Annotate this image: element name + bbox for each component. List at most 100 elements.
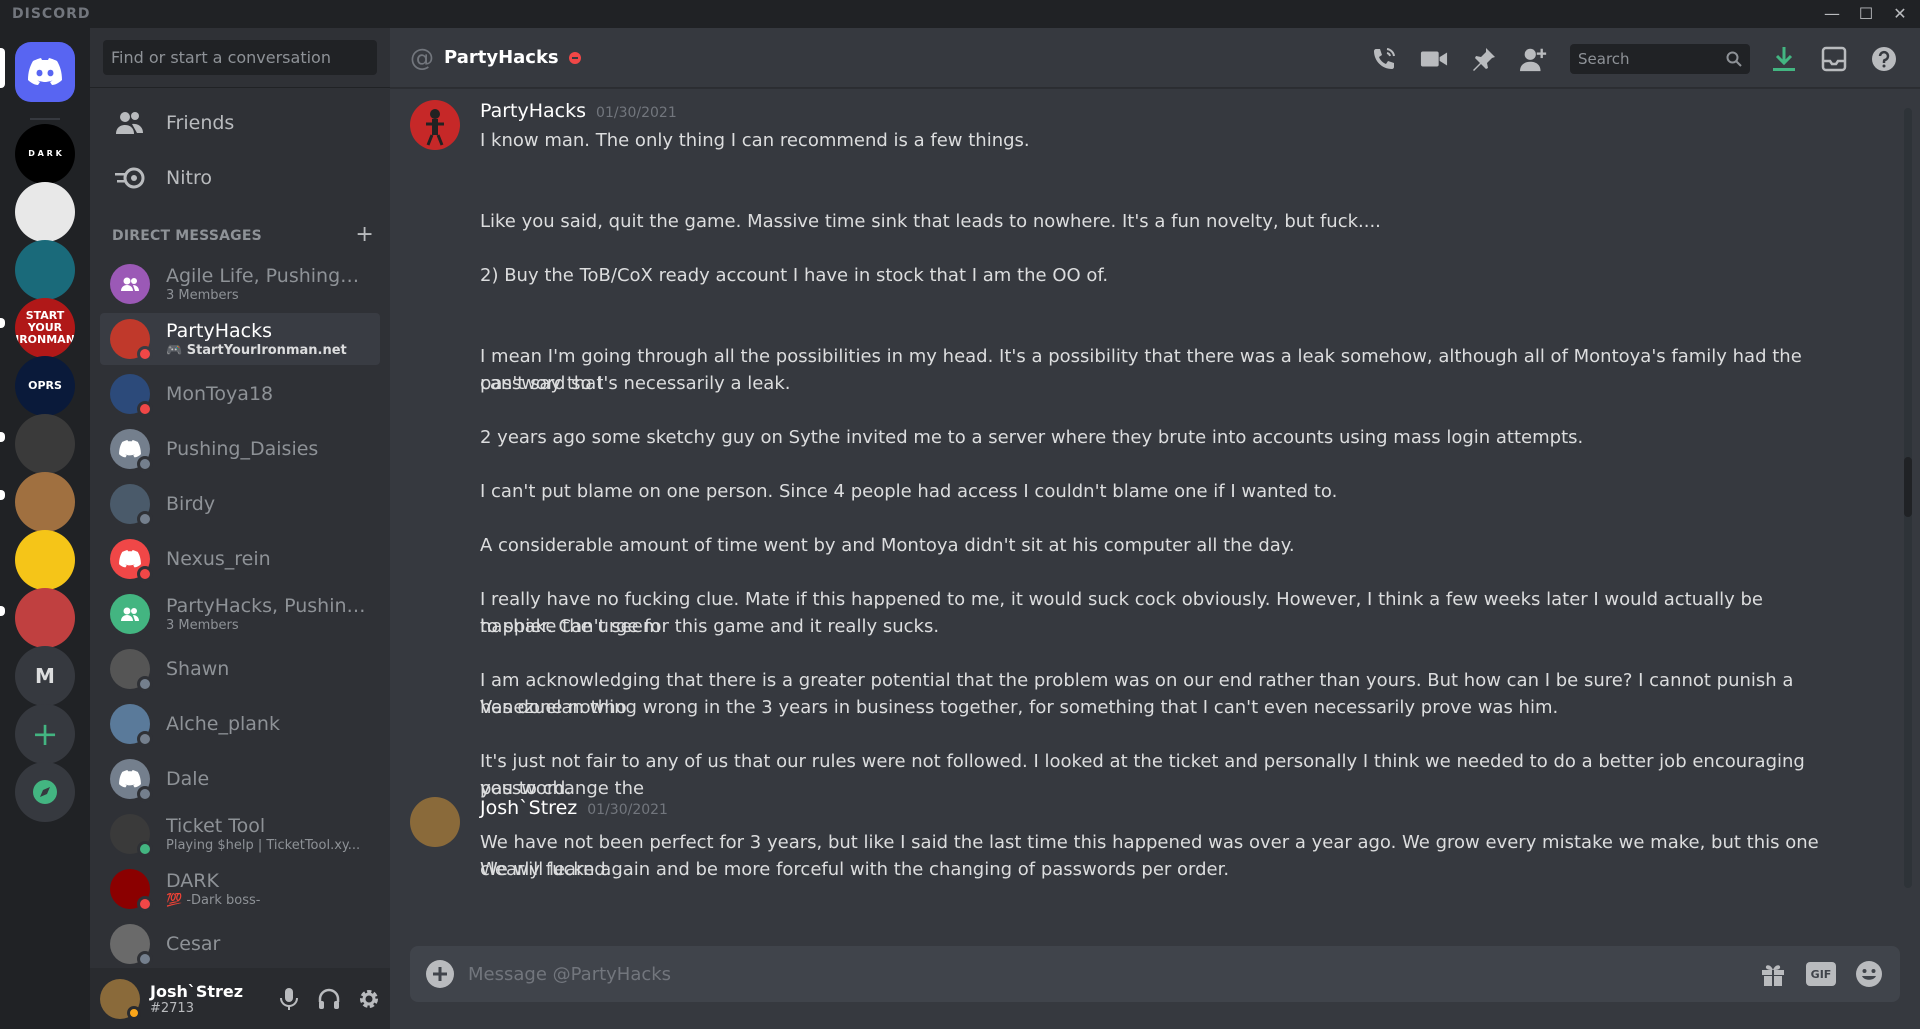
server-icon-pancake[interactable]: [15, 530, 75, 590]
pinned-messages-button[interactable]: [1470, 45, 1498, 73]
dm-item[interactable]: Nexus_rein: [100, 533, 380, 585]
nitro-nav-item[interactable]: Nitro: [100, 153, 380, 203]
title-bar: DISCORD — ☐ ✕: [0, 0, 1920, 28]
idle-status-icon: [127, 1005, 141, 1020]
friends-icon: [114, 107, 146, 139]
message-list: PartyHacks 01/30/2021 I know man. The on…: [390, 89, 1920, 941]
dm-item[interactable]: Pushing_Daisies: [100, 423, 380, 475]
channel-title: PartyHacks: [444, 47, 559, 68]
start-video-call-button[interactable]: [1420, 45, 1448, 73]
message-text-line: to shake the urge for this game and it r…: [480, 616, 940, 637]
friends-label: Friends: [166, 112, 235, 134]
headphones-icon: [318, 988, 340, 1009]
direct-messages-header: DIRECT MESSAGES +: [112, 222, 374, 247]
server-icon-red[interactable]: [15, 588, 75, 648]
off-status-icon: [137, 676, 153, 692]
dm-name: Dale: [166, 768, 210, 790]
explore-servers-button[interactable]: [15, 762, 75, 822]
server-icon-oprs[interactable]: OPRS: [15, 356, 75, 416]
find-conversation-input[interactable]: [103, 40, 377, 75]
deafen-button[interactable]: [316, 986, 342, 1012]
server-icon-ghost[interactable]: [15, 182, 75, 242]
dm-item[interactable]: Ticket Tool Playing $help | TicketTool.xy…: [100, 808, 380, 860]
compass-icon: [33, 780, 57, 804]
message-timestamp: 01/30/2021: [587, 802, 668, 818]
off-status-icon: [137, 456, 153, 472]
scrollbar-thumb[interactable]: [1904, 457, 1912, 517]
minimize-button[interactable]: —: [1816, 2, 1848, 26]
friends-nav-item[interactable]: Friends: [100, 98, 380, 148]
dm-item[interactable]: PartyHacks 🎮 StartYourIronman.net: [100, 313, 380, 365]
start-voice-call-button[interactable]: [1370, 45, 1398, 73]
pin-icon: [1473, 48, 1495, 71]
dm-item[interactable]: Birdy: [100, 478, 380, 530]
dm-name: Nexus_rein: [166, 548, 271, 570]
plus-icon: +: [31, 715, 59, 753]
server-icon-swirl[interactable]: [15, 240, 75, 300]
dm-name: Pushing_Daisies: [166, 438, 319, 460]
dm-item[interactable]: MonToya18: [100, 368, 380, 420]
emoji-button[interactable]: [1852, 957, 1886, 991]
nitro-icon: [114, 162, 146, 194]
avatar: [110, 649, 153, 692]
avatar[interactable]: [410, 100, 460, 150]
user-settings-button[interactable]: [356, 986, 382, 1012]
chat-area: @ PartyHacks Search PartyHacks 01/30/202…: [390, 28, 1920, 1029]
message-text-line: Like you said, quit the game. Massive ti…: [480, 211, 1381, 232]
server-indicator: [0, 606, 5, 616]
dm-item[interactable]: PartyHacks, Pushing_... 3 Members: [100, 588, 380, 640]
add-user-icon: [1520, 48, 1547, 72]
dm-subtext: 💯 -Dark boss-: [166, 893, 261, 908]
avatar[interactable]: [100, 978, 141, 1020]
inbox-button[interactable]: [1820, 45, 1848, 73]
avatar: [110, 374, 153, 417]
message-timestamp: 01/30/2021: [596, 105, 677, 121]
message-author[interactable]: Josh`Strez: [480, 797, 577, 819]
search-icon: [1726, 51, 1742, 67]
server-icon-ironman[interactable]: START YOUR IRONMAN: [15, 298, 75, 358]
server-icon-m[interactable]: M: [15, 646, 75, 706]
server-icon-dog[interactable]: [15, 414, 75, 474]
close-button[interactable]: ✕: [1884, 2, 1916, 26]
discord-default-avatar-icon: [119, 550, 141, 568]
server-icon-dark[interactable]: D A R K: [15, 124, 75, 184]
gif-icon: GIF: [1806, 962, 1836, 986]
add-server-button[interactable]: +: [15, 704, 75, 764]
dm-subtext: 3 Members: [166, 288, 239, 303]
server-icon-home[interactable]: [15, 42, 75, 102]
upload-button[interactable]: [426, 960, 454, 988]
app-brand: DISCORD: [12, 6, 91, 22]
message-group: Josh`Strez 01/30/2021: [410, 797, 1890, 857]
dm-item[interactable]: DARK 💯 -Dark boss-: [100, 863, 380, 915]
avatar: [110, 429, 153, 472]
avatar: [110, 869, 153, 912]
message-author[interactable]: PartyHacks: [480, 100, 586, 122]
help-button[interactable]: [1870, 45, 1898, 73]
message-input[interactable]: [468, 963, 1756, 985]
at-icon: @: [410, 43, 434, 72]
server-icon-goku[interactable]: [15, 472, 75, 532]
avatar: [110, 484, 153, 527]
dm-item[interactable]: Dale: [100, 753, 380, 805]
add-friends-to-dm-button[interactable]: [1520, 45, 1548, 73]
add-circle-icon: [427, 961, 453, 987]
search-input[interactable]: [1578, 50, 1718, 68]
dm-name: Birdy: [166, 493, 216, 515]
dnd-status-icon: [137, 401, 153, 417]
username: Josh`Strez: [150, 981, 244, 1001]
dm-item[interactable]: Agile Life, Pushing_D... 3 Members: [100, 258, 380, 310]
avatar[interactable]: [410, 797, 460, 847]
maximize-button[interactable]: ☐: [1850, 2, 1882, 26]
message-text-line: has done nothing wrong in the 3 years in…: [480, 697, 1559, 718]
dm-item[interactable]: Shawn: [100, 643, 380, 695]
dm-item[interactable]: Alche_plank: [100, 698, 380, 750]
mute-button[interactable]: [276, 986, 302, 1012]
off-status-icon: [137, 786, 153, 802]
gif-button[interactable]: GIF: [1804, 957, 1838, 991]
gift-button[interactable]: [1756, 957, 1790, 991]
download-apps-button[interactable]: [1770, 45, 1798, 73]
dm-item[interactable]: Cesar: [100, 918, 380, 970]
dm-name: Shawn: [166, 658, 230, 680]
discord-default-avatar-icon: [119, 770, 141, 788]
create-dm-button[interactable]: +: [355, 222, 374, 247]
